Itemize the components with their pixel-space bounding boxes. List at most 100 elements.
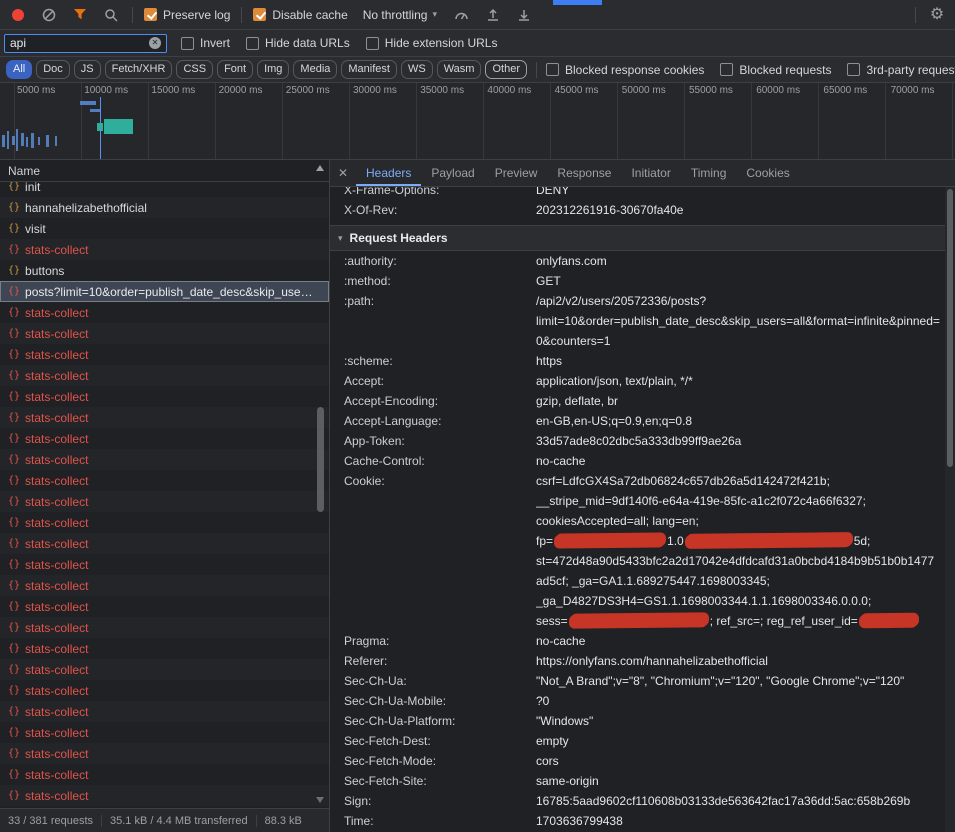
- header-name: Pragma:: [344, 631, 536, 651]
- request-row[interactable]: {}stats-collect: [0, 554, 329, 575]
- request-row[interactable]: {}stats-collect: [0, 743, 329, 764]
- search-button[interactable]: [101, 5, 121, 25]
- request-row[interactable]: {}stats-collect: [0, 365, 329, 386]
- tab-preview[interactable]: Preview: [485, 160, 548, 186]
- request-row[interactable]: {}stats-collect: [0, 680, 329, 701]
- headers-content: X-Frame-Options:DENYX-Of-Rev:20231226191…: [330, 187, 945, 832]
- type-filter-wasm[interactable]: Wasm: [437, 60, 482, 79]
- name-column-header[interactable]: Name: [0, 160, 329, 182]
- checkbox-blocked-response-cookies[interactable]: Blocked response cookies: [546, 63, 704, 77]
- header-value-line: _ga_D4827DS3H4=GS1.1.1698003344.1.1.1698…: [536, 591, 941, 611]
- request-row[interactable]: {}stats-collect: [0, 701, 329, 722]
- network-conditions-button[interactable]: [452, 5, 472, 25]
- request-row[interactable]: {}stats-collect: [0, 302, 329, 323]
- request-row[interactable]: {}stats-collect: [0, 470, 329, 491]
- timeline-tick-label: 55000 ms: [689, 85, 733, 96]
- request-row[interactable]: {}hannahelizabethofficial: [0, 197, 329, 218]
- error-script-icon: {}: [8, 496, 20, 507]
- request-row[interactable]: {}buttons: [0, 260, 329, 281]
- filter-toggle-button[interactable]: [70, 5, 90, 25]
- preserve-log-checkbox[interactable]: Preserve log: [144, 8, 230, 22]
- request-row[interactable]: {}stats-collect: [0, 659, 329, 680]
- throttling-select[interactable]: No throttling ▾: [359, 6, 441, 24]
- record-button[interactable]: [8, 5, 28, 25]
- tab-headers[interactable]: Headers: [356, 160, 421, 186]
- header-row: :scheme:https: [330, 351, 945, 371]
- tab-initiator[interactable]: Initiator: [621, 160, 680, 186]
- request-row[interactable]: {}stats-collect: [0, 638, 329, 659]
- disable-cache-checkbox[interactable]: Disable cache: [253, 8, 347, 22]
- request-row[interactable]: {}stats-collect: [0, 344, 329, 365]
- tab-payload[interactable]: Payload: [421, 160, 484, 186]
- request-row[interactable]: {}stats-collect: [0, 491, 329, 512]
- request-row[interactable]: {}stats-collect: [0, 449, 329, 470]
- request-row[interactable]: {}stats-collect: [0, 785, 329, 806]
- type-filter-img[interactable]: Img: [257, 60, 289, 79]
- type-filter-fetch-xhr[interactable]: Fetch/XHR: [105, 60, 173, 79]
- request-name: stats-collect: [25, 747, 104, 761]
- request-row[interactable]: {}stats-collect: [0, 533, 329, 554]
- close-icon[interactable]: ✕: [330, 166, 356, 180]
- request-row[interactable]: {}stats-collect: [0, 617, 329, 638]
- checkbox-blocked-requests[interactable]: Blocked requests: [720, 63, 831, 77]
- tab-timing[interactable]: Timing: [681, 160, 737, 186]
- request-name: posts?limit=10&order=publish_date_desc&s…: [25, 285, 329, 299]
- error-script-icon: {}: [8, 685, 20, 696]
- activity-bar: [26, 137, 28, 147]
- section-title: Request Headers: [350, 231, 448, 245]
- timeline-overview[interactable]: 5000 ms10000 ms15000 ms20000 ms25000 ms3…: [0, 83, 955, 160]
- type-filter-ws[interactable]: WS: [401, 60, 433, 79]
- type-filter-doc[interactable]: Doc: [36, 60, 70, 79]
- tab-cookies[interactable]: Cookies: [736, 160, 799, 186]
- requests-scrollbar[interactable]: [315, 162, 326, 806]
- request-name: stats-collect: [25, 600, 104, 614]
- request-row[interactable]: {}stats-collect: [0, 428, 329, 449]
- request-headers-section[interactable]: ▾ Request Headers: [330, 225, 945, 251]
- header-value-text: 5d;: [854, 534, 871, 548]
- script-icon: {}: [8, 182, 20, 192]
- checkbox-invert[interactable]: Invert: [181, 36, 230, 50]
- header-value: en-GB,en-US;q=0.9,en;q=0.8: [536, 411, 941, 431]
- type-filter-all[interactable]: All: [6, 60, 32, 79]
- request-row[interactable]: {}stats-collect: [0, 386, 329, 407]
- request-name: init: [25, 182, 56, 194]
- tab-response[interactable]: Response: [547, 160, 621, 186]
- checkbox-hide-extension-urls[interactable]: Hide extension URLs: [366, 36, 498, 50]
- scrollbar-thumb[interactable]: [947, 189, 953, 467]
- scroll-down-arrow-icon[interactable]: [316, 797, 324, 803]
- request-details-panel: ✕ HeadersPayloadPreviewResponseInitiator…: [330, 160, 955, 832]
- details-scrollbar[interactable]: [945, 187, 955, 832]
- clear-button[interactable]: [39, 5, 59, 25]
- request-row[interactable]: {} init: [0, 182, 329, 197]
- request-row[interactable]: {}stats-collect: [0, 764, 329, 785]
- filter-input[interactable]: api ✕: [4, 34, 167, 53]
- scroll-up-arrow-icon[interactable]: [316, 165, 324, 171]
- scrollbar-thumb[interactable]: [317, 407, 324, 512]
- request-row[interactable]: {}stats-collect: [0, 512, 329, 533]
- header-value: 16785:5aad9602cf110608b03133de563642fac1…: [536, 791, 941, 811]
- type-filter-other[interactable]: Other: [485, 60, 527, 79]
- request-row[interactable]: {}stats-collect: [0, 722, 329, 743]
- type-filter-media[interactable]: Media: [293, 60, 337, 79]
- checkbox-hide-data-urls[interactable]: Hide data URLs: [246, 36, 350, 50]
- request-row[interactable]: {}stats-collect: [0, 596, 329, 617]
- request-row[interactable]: {}visit: [0, 218, 329, 239]
- settings-button[interactable]: ⚙: [927, 5, 947, 25]
- request-row[interactable]: {}posts?limit=10&order=publish_date_desc…: [0, 281, 329, 302]
- checkbox-3rd-party-requests[interactable]: 3rd-party requests: [847, 63, 955, 77]
- request-row[interactable]: {}stats-collect: [0, 323, 329, 344]
- type-filter-manifest[interactable]: Manifest: [341, 60, 397, 79]
- clear-filter-icon[interactable]: ✕: [149, 37, 161, 49]
- type-filter-js[interactable]: JS: [74, 60, 101, 79]
- request-row[interactable]: {}stats-collect: [0, 407, 329, 428]
- type-filter-css[interactable]: CSS: [176, 60, 213, 79]
- request-name: stats-collect: [25, 327, 104, 341]
- request-row[interactable]: {}stats-collect: [0, 239, 329, 260]
- export-har-button[interactable]: [514, 5, 534, 25]
- header-row: :method:GET: [330, 271, 945, 291]
- activity-bar: [80, 101, 96, 105]
- type-filter-font[interactable]: Font: [217, 60, 253, 79]
- request-row[interactable]: {}stats-collect: [0, 575, 329, 596]
- import-har-button[interactable]: [483, 5, 503, 25]
- header-value-line: cookiesAccepted=all; lang=en;: [536, 511, 941, 531]
